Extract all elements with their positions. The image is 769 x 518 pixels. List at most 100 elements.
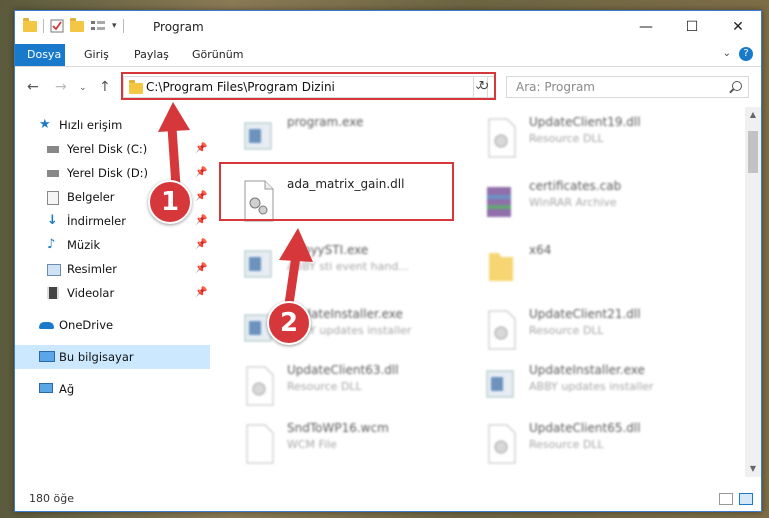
list-item[interactable]: UpdateClient63.dll Resource DLL [239, 361, 469, 413]
file-name: SndToWP16.wcm [287, 421, 389, 435]
file-description: Resource DLL [529, 324, 604, 337]
file-description: WCM File [287, 438, 337, 451]
pin-icon[interactable]: 📌 [195, 257, 207, 281]
network-icon [39, 383, 53, 393]
dll-file-icon [488, 118, 516, 158]
file-name: AbbyySTI.exe [287, 243, 369, 257]
drive-icon [47, 170, 59, 177]
up-arrow-icon[interactable]: ↑ [99, 79, 111, 95]
file-name: x64 [529, 243, 552, 257]
large-icons-view-icon[interactable] [739, 493, 753, 505]
separator [43, 19, 44, 33]
properties-icon[interactable] [50, 19, 64, 33]
cloud-icon [39, 322, 54, 329]
computer-icon [39, 351, 55, 362]
sidebar-item-quick-access[interactable]: ★ Hızlı erişim [15, 113, 210, 137]
address-highlight-box [121, 72, 496, 100]
chevron-down-icon[interactable]: ⌄ [723, 48, 731, 59]
back-arrow-icon[interactable]: ← [27, 79, 39, 95]
sidebar-item-label: İndirmeler [67, 214, 126, 228]
scroll-down-icon[interactable]: ▼ [745, 461, 761, 477]
search-placeholder: Ara: Program [516, 80, 595, 94]
sidebar-item-disk-d[interactable]: Yerel Disk (D:) 📌 [15, 161, 210, 185]
list-item[interactable]: certificates.cab WinRAR Archive [481, 177, 731, 229]
list-item[interactable]: UpdateInstaller.exe ABBY updates install… [481, 361, 731, 413]
file-name: program.exe [287, 115, 364, 129]
step-badge-1: 1 [148, 180, 192, 224]
sidebar-item-onedrive[interactable]: OneDrive [15, 313, 210, 337]
dll-file-icon [488, 424, 516, 464]
file-name: UpdateClient65.dll [529, 421, 641, 435]
folder-icon [489, 253, 513, 281]
sidebar-item-network[interactable]: Ağ [15, 377, 210, 401]
sidebar-item-this-pc[interactable]: Bu bilgisayar [15, 345, 210, 369]
explorer-window: ▾ Program — ☐ ✕ Dosya Giriş Paylaş Görün… [14, 10, 762, 512]
recent-dropdown-icon[interactable]: ⌄ [79, 83, 87, 93]
view-options-icon[interactable] [90, 19, 106, 33]
sidebar-item-label: Belgeler [67, 190, 115, 204]
list-item[interactable]: UpdateClient65.dll Resource DLL [481, 419, 731, 471]
window-title: Program [153, 20, 204, 34]
list-item[interactable]: x64 [481, 241, 731, 293]
status-bar: 180 öğe [15, 489, 761, 511]
sidebar-item-pictures[interactable]: Resimler 📌 [15, 257, 210, 281]
list-item[interactable]: UpdateClient19.dll Resource DLL [481, 113, 731, 165]
tab-share[interactable]: Paylaş [125, 44, 178, 66]
archive-icon [487, 187, 511, 217]
close-button[interactable]: ✕ [715, 11, 761, 43]
sidebar-item-label: Resimler [67, 262, 117, 276]
download-icon: ↓ [47, 213, 58, 228]
folder-icon[interactable] [23, 17, 37, 32]
documents-icon [47, 191, 59, 205]
file-highlight-box [219, 162, 454, 221]
navigation-bar: ← → ⌄ ↑ C:\Program Files\Program Dizini … [15, 67, 761, 107]
pin-icon[interactable]: 📌 [195, 185, 207, 209]
search-icon [732, 81, 742, 91]
minimize-button[interactable]: — [623, 11, 669, 43]
sidebar-item-videos[interactable]: Videolar 📌 [15, 281, 210, 305]
tab-home[interactable]: Giriş [75, 44, 118, 66]
file-name: UpdateClient21.dll [529, 307, 641, 321]
file-description: Resource DLL [529, 438, 604, 451]
ribbon-tabs: Dosya Giriş Paylaş Görünüm ⌄ ? [15, 44, 761, 67]
pin-icon[interactable]: 📌 [195, 137, 207, 161]
sidebar-item-label: Ağ [59, 382, 75, 396]
tab-file[interactable]: Dosya [15, 44, 65, 66]
file-description: ABBY sti event hand... [287, 260, 409, 273]
separator [122, 19, 124, 33]
dll-file-icon [246, 366, 274, 406]
scroll-thumb[interactable] [748, 131, 758, 173]
new-folder-icon[interactable] [70, 17, 84, 32]
sidebar-item-label: Müzik [67, 238, 101, 252]
pin-icon[interactable]: 📌 [195, 161, 207, 185]
file-name: certificates.cab [529, 179, 622, 193]
list-item[interactable]: UpdateClient21.dll Resource DLL [481, 305, 731, 357]
sidebar-item-disk-c[interactable]: Yerel Disk (C:) 📌 [15, 137, 210, 161]
sidebar-item-label: Yerel Disk (D:) [67, 166, 149, 180]
star-icon: ★ [39, 117, 51, 132]
list-item[interactable]: AbbyySTI.exe ABBY sti event hand... [239, 241, 469, 293]
item-count: 180 öğe [29, 492, 74, 505]
file-icon [246, 424, 274, 464]
customize-dropdown-icon[interactable]: ▾ [112, 21, 117, 31]
maximize-button[interactable]: ☐ [669, 11, 715, 43]
pin-icon[interactable]: 📌 [195, 233, 207, 257]
scroll-up-icon[interactable]: ▲ [745, 107, 761, 123]
sidebar-item-music[interactable]: ♪ Müzik 📌 [15, 233, 210, 257]
help-icon[interactable]: ? [739, 47, 753, 61]
window-controls: — ☐ ✕ [623, 11, 761, 43]
sidebar-item-label: Yerel Disk (C:) [67, 142, 148, 156]
forward-arrow-icon[interactable]: → [55, 79, 67, 95]
list-item[interactable]: program.exe [239, 113, 469, 165]
details-view-icon[interactable] [719, 493, 733, 505]
pin-icon[interactable]: 📌 [195, 209, 207, 233]
vertical-scrollbar[interactable]: ▲ ▼ [745, 107, 761, 477]
view-switcher [719, 493, 753, 505]
tab-view[interactable]: Görünüm [183, 44, 252, 66]
search-input[interactable]: Ara: Program [506, 76, 749, 98]
list-item[interactable]: SndToWP16.wcm WCM File [239, 419, 469, 471]
pin-icon[interactable]: 📌 [195, 281, 207, 305]
title-bar: ▾ Program — ☐ ✕ [15, 11, 761, 43]
file-description: WinRAR Archive [529, 196, 617, 209]
sidebar-item-label: OneDrive [59, 318, 114, 332]
